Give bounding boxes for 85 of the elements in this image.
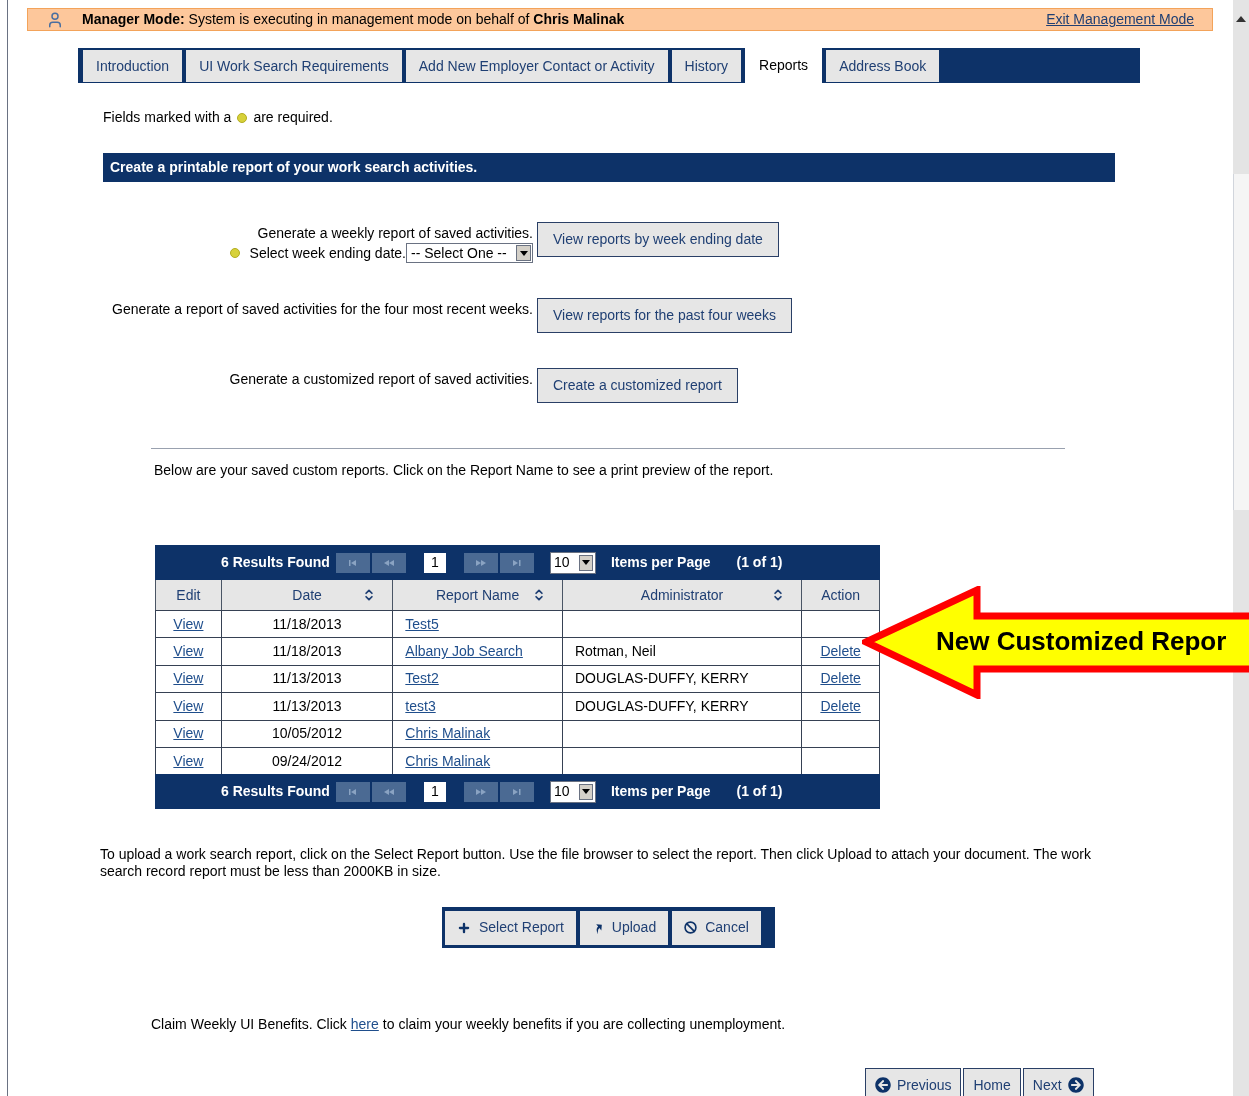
date-cell-text: 11/13/2013 [272,696,342,716]
nav-button[interactable]: Previous [865,1068,962,1096]
report-button[interactable]: View reports by week ending date [537,222,779,257]
view-link[interactable]: View [173,613,204,635]
scrollbar[interactable] [1233,0,1249,1096]
items-per-page-label: Items per Page [610,553,711,572]
view-link[interactable]: View [173,641,204,663]
date-cell-text: 11/18/2013 [272,642,342,662]
here-link[interactable]: here [350,1014,379,1036]
administrator-cell-text: DOUGLAS-DUFFY, KERRY [574,669,749,689]
report-name-link[interactable]: Chris Malinak [405,750,491,772]
page-size-select[interactable]: 10 [549,551,596,574]
page-number-field[interactable]: 1 [423,552,446,573]
column-header: Action [801,580,879,610]
tab[interactable]: Reports [745,48,823,83]
banner-message: Manager Mode: System is executing in management mode on behalf of Chris Malinak [82,10,625,29]
option-description: Generate a weekly report of saved activities. [257,224,533,243]
saved-reports-intro: Below are your saved custom reports. Click on the Report Name to see a print preview of the report. [154,461,775,480]
exit-management-link[interactable]: Exit Management Mode [1046,9,1194,30]
page-count: (1 of 1) [736,782,783,802]
tab[interactable]: Introduction [83,50,183,82]
pager-button[interactable] [463,781,498,802]
view-link[interactable]: View [173,695,204,717]
upload-toolbar-button[interactable]: Select Report [445,910,576,945]
pager-button[interactable] [371,781,406,802]
tab[interactable]: Add New Employer Contact or Activity [405,50,668,82]
results-count: 6 Results Found [221,782,330,802]
items-per-page-label: Items per Page [610,782,711,802]
report-name-link[interactable]: Test5 [405,613,439,635]
tab[interactable]: History [671,50,742,82]
plus-icon [457,920,471,935]
report-name-link[interactable]: test3 [405,695,436,717]
person-icon [46,10,64,29]
pager-button[interactable] [335,552,370,573]
delete-link[interactable]: Delete [820,668,861,690]
week-ending-select[interactable]: -- Select One -- [406,243,533,263]
upload-instructions: To upload a work search report, click on the Select Report button. Use the file browser to select the report. Then click Upload to attach your document. The work search record report must be less than 2000KB in size. [100,846,1092,881]
date-cell-text: 09/24/2012 [272,751,343,771]
pager-button[interactable] [371,552,406,573]
view-link[interactable]: View [173,668,204,690]
option-description: Generate a report of saved activities for the four most recent weeks. [112,300,533,319]
column-header[interactable]: Date [220,580,393,610]
view-link[interactable]: View [173,750,204,772]
claim-text: to claim your weekly benefits if you are collecting unemployment. [382,1015,786,1035]
pager-button[interactable] [499,781,534,802]
page-size-select[interactable]: 10 [549,780,596,803]
scrollbar-thumb[interactable] [1233,174,1249,510]
pager-button[interactable] [499,552,534,573]
nav-button[interactable]: Next [1022,1068,1094,1096]
page-count: (1 of 1) [736,553,783,572]
upload-toolbar-button[interactable]: Upload [579,910,669,945]
upload-toolbar-button[interactable]: Cancel [672,910,761,945]
date-cell-text: 10/05/2012 [272,724,343,744]
pager-button[interactable] [463,552,498,573]
column-header[interactable]: Report Name [392,580,562,610]
delete-link[interactable]: Delete [820,695,861,717]
tab[interactable]: UI Work Search Requirements [186,50,402,82]
callout-text: New Customized Repor [936,626,1227,656]
required-note: are required. [253,108,333,127]
tab[interactable]: Address Book [826,50,940,82]
report-button[interactable]: Create a customized report [537,368,738,403]
nav-button[interactable]: Home [963,1068,1021,1096]
date-cell-text: 11/13/2013 [272,669,342,689]
delete-link[interactable]: Delete [820,641,861,663]
report-button[interactable]: View reports for the past four weeks [537,298,793,333]
administrator-cell-text: Rotman, Neil [574,642,656,662]
required-note: Fields marked with a [103,108,232,127]
circle-arrow-left-icon [875,1077,891,1094]
section-header: Create a printable report of your work search activities. [103,153,1115,182]
cancel-icon [684,921,698,935]
circle-arrow-right-icon [1067,1077,1084,1094]
claim-text: Claim Weekly UI Benefits. Click [151,1015,347,1035]
column-header[interactable]: Administrator [561,580,802,610]
option-description: Generate a customized report of saved activities. [229,370,533,389]
page-number-field[interactable]: 1 [423,781,446,802]
pager-button[interactable] [335,781,370,802]
date-cell-text: 11/18/2013 [272,614,342,634]
field-label: Select week ending date. [249,244,406,263]
report-name-link[interactable]: Test2 [405,668,439,690]
results-count: 6 Results Found [221,553,330,572]
report-name-link[interactable]: Chris Malinak [405,723,491,745]
administrator-cell-text: DOUGLAS-DUFFY, KERRY [574,696,749,716]
report-name-link[interactable]: Albany Job Search [405,641,523,663]
view-link[interactable]: View [173,723,204,745]
column-header: Edit [175,585,202,605]
